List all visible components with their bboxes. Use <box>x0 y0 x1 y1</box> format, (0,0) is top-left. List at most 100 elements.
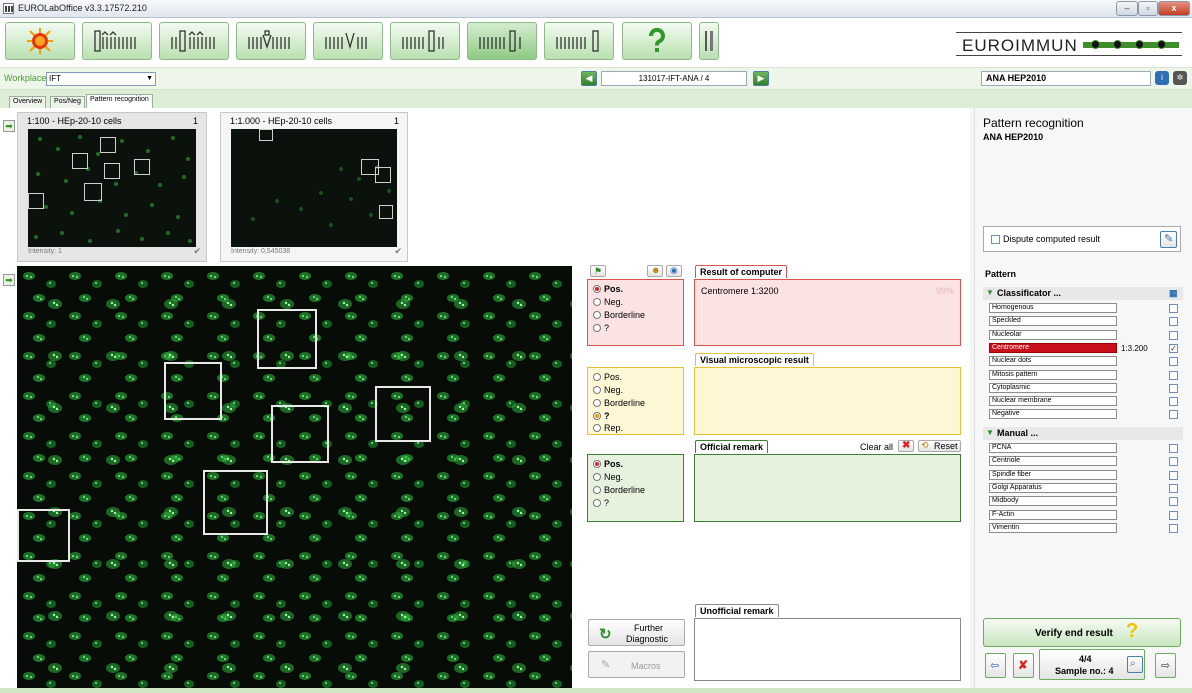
further-diagnostic-button[interactable]: ↻ Further Diagnostic <box>588 619 685 646</box>
official-remark-panel[interactable] <box>694 454 961 522</box>
manual-pattern-item[interactable]: Centriole <box>989 456 1117 467</box>
tools-button[interactable] <box>699 22 719 60</box>
detection-box[interactable] <box>17 509 70 562</box>
manual-pattern-item[interactable]: Spindle fiber <box>989 469 1117 480</box>
visual-rep-radio[interactable]: Rep. <box>593 423 623 433</box>
pattern-checkbox[interactable] <box>1169 383 1178 393</box>
official-unknown-radio[interactable]: ? <box>593 498 609 508</box>
manual-pattern-item[interactable]: Golgi Apparatus <box>989 482 1117 493</box>
unofficial-remark-panel[interactable] <box>694 618 961 681</box>
sample-id-field[interactable]: 131017-IFT-ANA / 4 <box>601 71 747 86</box>
tab-pattern-recognition[interactable]: Pattern recognition <box>86 94 153 108</box>
manual-pattern-checkbox[interactable] <box>1169 457 1178 467</box>
tab-pos-neg[interactable]: Pos/Neg <box>50 96 85 108</box>
minimize-button[interactable]: – <box>1116 1 1138 16</box>
manual-pattern-checkbox[interactable] <box>1169 510 1178 520</box>
pattern-item[interactable]: Nuclear dots <box>989 356 1117 367</box>
pattern-item[interactable]: Mitosis pattern <box>989 369 1117 380</box>
detection-box[interactable] <box>375 386 431 442</box>
settings-button[interactable]: ✲ <box>1173 71 1187 85</box>
arrow-right-icon[interactable]: ➡ <box>3 274 15 286</box>
manual-pattern-checkbox[interactable] <box>1169 483 1178 493</box>
plate-tool-1-button[interactable] <box>82 22 152 60</box>
pattern-checkbox[interactable] <box>1169 330 1178 340</box>
clear-button[interactable]: ✖ <box>898 440 914 452</box>
detection-box[interactable] <box>164 362 222 420</box>
classificator-icon[interactable]: ▦ <box>1169 288 1178 299</box>
pattern-checkbox[interactable]: ✓ <box>1169 343 1178 353</box>
visual-borderline-radio[interactable]: Borderline <box>593 398 645 408</box>
help-button[interactable] <box>622 22 692 60</box>
manual-pattern-item[interactable]: Vimentin <box>989 522 1117 533</box>
reject-button[interactable]: ✘ <box>1013 653 1034 678</box>
search-button[interactable]: ⌕ <box>1127 656 1143 673</box>
prev-sample-button[interactable]: ◀ <box>581 71 597 86</box>
clear-all-link[interactable]: Clear all <box>860 442 893 452</box>
plate-tool-5-button[interactable] <box>390 22 460 60</box>
manual-pattern-checkbox[interactable] <box>1169 444 1178 453</box>
official-pos-radio[interactable]: Pos. <box>593 459 623 469</box>
next-sample-button[interactable]: ▶ <box>753 71 769 86</box>
visual-result-panel[interactable] <box>694 367 961 435</box>
computer-borderline-radio[interactable]: Borderline <box>593 310 645 320</box>
visual-neg-radio[interactable]: Neg. <box>593 385 623 395</box>
manual-pattern-checkbox[interactable] <box>1169 497 1178 507</box>
pattern-item[interactable]: Cytoplasmic <box>989 382 1117 393</box>
reset-button[interactable]: ⟲ Reset <box>918 440 961 452</box>
arrow-right-icon[interactable]: ➡ <box>3 120 15 132</box>
manual-pattern-checkbox[interactable] <box>1169 470 1178 480</box>
visual-unknown-radio[interactable]: ? <box>593 411 610 421</box>
plate-tool-3-button[interactable] <box>236 22 306 60</box>
dispute-checkbox[interactable] <box>991 235 1000 244</box>
detection-box[interactable] <box>203 470 268 535</box>
computer-unknown-radio[interactable]: ? <box>593 323 609 333</box>
visual-pos-radio[interactable]: Pos. <box>593 372 622 382</box>
official-borderline-radio[interactable]: Borderline <box>593 485 645 495</box>
test-name-field[interactable]: ANA HEP2010 <box>981 71 1151 86</box>
restore-button[interactable]: ▫ <box>1138 1 1158 16</box>
plate-tool-7-button[interactable] <box>544 22 614 60</box>
export-button[interactable]: ⇨ <box>1155 653 1176 678</box>
classificator-header[interactable]: ▼ Classificator ... ▦ <box>983 287 1183 300</box>
computer-neg-radio[interactable]: Neg. <box>593 297 623 307</box>
pattern-item[interactable]: Homogenous <box>989 303 1117 313</box>
close-button[interactable]: x <box>1158 1 1190 16</box>
microscope-image[interactable] <box>17 266 572 693</box>
official-neg-radio[interactable]: Neg. <box>593 472 623 482</box>
edit-button[interactable]: ✎ <box>1160 231 1177 248</box>
pattern-item[interactable]: Speckled <box>989 316 1117 327</box>
thumbnail-card-1[interactable]: 1:100 - HEp-20-10 cells 1 Intensity: 1 ✔ <box>17 112 207 262</box>
view-button[interactable]: ◉ <box>666 265 682 277</box>
pattern-checkbox[interactable] <box>1169 397 1178 407</box>
info-button[interactable]: i <box>1155 71 1169 85</box>
workplace-select[interactable]: IFT ▼ <box>46 72 156 86</box>
manual-pattern-item[interactable]: F-Actin <box>989 509 1117 520</box>
macros-button[interactable]: ✎ Macros <box>588 651 685 678</box>
manual-pattern-item[interactable]: PCNA <box>989 443 1117 453</box>
detection-box[interactable] <box>271 405 329 463</box>
thumbnail-card-2[interactable]: 1:1.000 - HEp-20-10 cells 1 Intensity: 0… <box>220 112 408 262</box>
pattern-checkbox[interactable] <box>1169 410 1178 420</box>
verify-end-result-button[interactable]: Verify end result ? <box>983 618 1181 647</box>
tab-overview[interactable]: Overview <box>9 96 47 108</box>
start-button[interactable] <box>5 22 75 60</box>
pattern-checkbox[interactable] <box>1169 357 1178 367</box>
plate-tool-6-button[interactable] <box>467 22 537 60</box>
pattern-item[interactable]: Nuclear membrane <box>989 396 1117 407</box>
manual-pattern-item[interactable]: Midbody <box>989 496 1117 507</box>
plate-tool-4-button[interactable] <box>313 22 383 60</box>
pattern-item[interactable]: Nucleolar <box>989 329 1117 340</box>
user-button[interactable]: ☻ <box>647 265 663 277</box>
pattern-item[interactable]: Negative <box>989 409 1117 420</box>
manual-header[interactable]: ▼ Manual ... <box>983 427 1183 440</box>
back-button[interactable]: ⇦ <box>985 653 1006 678</box>
manual-pattern-checkbox[interactable] <box>1169 523 1178 533</box>
plate-tool-2-button[interactable] <box>159 22 229 60</box>
pattern-item[interactable]: Centromere <box>989 342 1117 353</box>
pattern-checkbox[interactable] <box>1169 317 1178 327</box>
computer-pos-radio[interactable]: Pos. <box>593 284 623 294</box>
flag-button[interactable]: ⚑ <box>590 265 606 277</box>
pattern-checkbox[interactable] <box>1169 370 1178 380</box>
pattern-checkbox[interactable] <box>1169 304 1178 313</box>
detection-box[interactable] <box>257 309 317 369</box>
